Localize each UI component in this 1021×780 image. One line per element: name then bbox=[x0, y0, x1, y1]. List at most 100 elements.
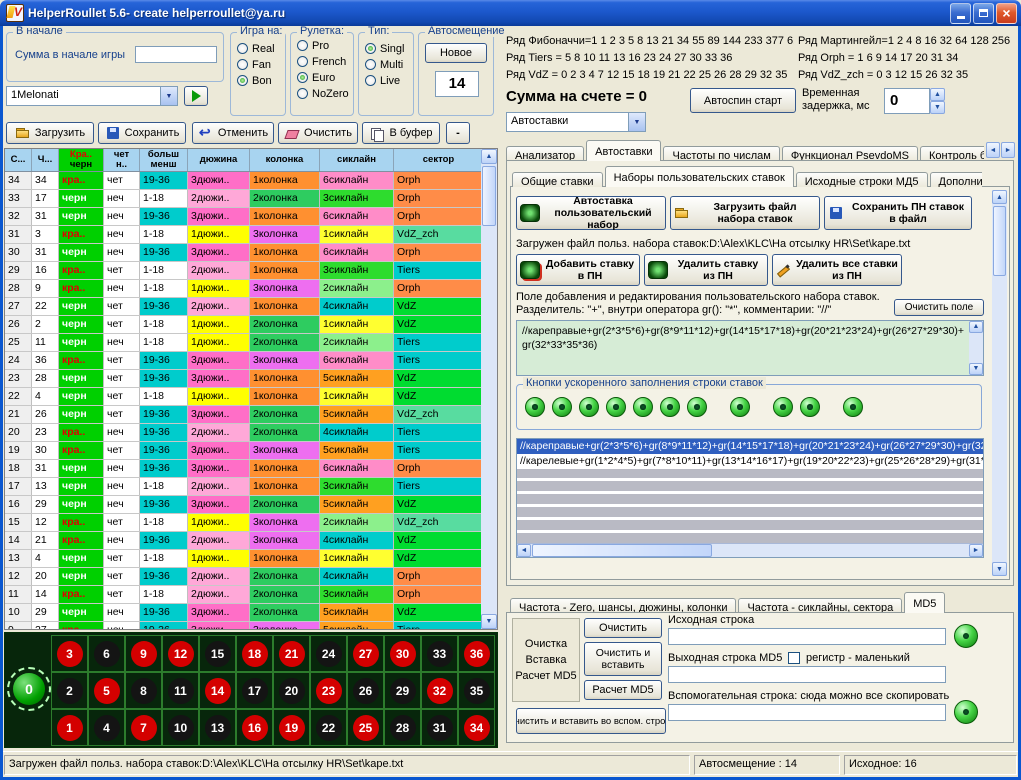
board-num-28[interactable]: 28 bbox=[390, 715, 416, 741]
md5-helper-input[interactable] bbox=[668, 704, 946, 721]
save-button[interactable]: Сохранить bbox=[98, 122, 186, 144]
history-row[interactable]: 134чернчет1-181дюжи..1колонка1сиклайнVdZ bbox=[5, 550, 483, 568]
quick-bet-button[interactable] bbox=[800, 397, 820, 417]
board-num-3[interactable]: 3 bbox=[57, 641, 83, 667]
history-row[interactable]: 1421кра..неч19-362дюжи..3колонка4сиклайн… bbox=[5, 532, 483, 550]
radio-fan[interactable]: Fan bbox=[237, 58, 285, 71]
board-num-20[interactable]: 20 bbox=[279, 678, 305, 704]
scroll-down-icon[interactable]: ▼ bbox=[969, 363, 983, 375]
radio-live[interactable]: Live bbox=[365, 74, 413, 87]
md5-source-input[interactable] bbox=[668, 628, 946, 645]
board-num-16[interactable]: 16 bbox=[242, 715, 268, 741]
scroll-up-icon[interactable]: ▲ bbox=[992, 190, 1007, 204]
tab-main-3[interactable]: Функционал PsevdoMS bbox=[782, 146, 918, 161]
history-row[interactable]: 3031черннеч19-363дюжи..1колонка6сиклайнO… bbox=[5, 244, 483, 262]
bet-set-item[interactable]: //карелевые+gr(1*2*4*5)+gr(7*8*10*11)+gr… bbox=[517, 454, 983, 469]
clear-button[interactable]: Очистить bbox=[278, 122, 358, 144]
tab-sub-3[interactable]: Дополнитель bbox=[930, 172, 983, 187]
clear-field-button[interactable]: Очистить поле bbox=[894, 299, 984, 316]
quick-bet-button[interactable] bbox=[525, 397, 545, 417]
col-header-spin[interactable]: С... bbox=[5, 149, 32, 171]
board-num-26[interactable]: 26 bbox=[353, 678, 379, 704]
board-num-34[interactable]: 34 bbox=[464, 715, 490, 741]
scroll-up-icon[interactable]: ▲ bbox=[481, 149, 497, 164]
delete-bet-button[interactable]: Удалить ставку из ПН bbox=[644, 254, 768, 286]
scroll-down-icon[interactable]: ▼ bbox=[992, 562, 1007, 576]
quick-bet-button[interactable] bbox=[633, 397, 653, 417]
content-scrollbar[interactable]: ▲ ▼ bbox=[992, 190, 1007, 576]
register-checkbox[interactable] bbox=[788, 652, 800, 664]
minimize-button[interactable] bbox=[950, 3, 971, 24]
start-sum-input[interactable] bbox=[135, 46, 217, 63]
board-num-36[interactable]: 36 bbox=[464, 641, 490, 667]
tab-scroll-left[interactable]: ◄ bbox=[986, 142, 1000, 158]
board-num-35[interactable]: 35 bbox=[464, 678, 490, 704]
title-bar[interactable]: HelperRoullet 5.6- create helperroullet@… bbox=[0, 0, 1021, 26]
load-button[interactable]: Загрузить bbox=[6, 122, 94, 144]
scroll-thumb[interactable] bbox=[532, 544, 712, 557]
edit-scrollbar[interactable]: ▲ ▼ bbox=[969, 321, 983, 375]
bet-edit-field[interactable]: //кареправые+gr(2*3*5*6)+gr(8*9*11*12)+g… bbox=[516, 320, 984, 376]
history-row[interactable]: 2436кра..чет19-363дюжи..3колонка6сиклайн… bbox=[5, 352, 483, 370]
clear-paste-helper-button[interactable]: Очистить и вставить во вспом. строку bbox=[516, 708, 666, 734]
history-row[interactable]: 1512кра..чет1-181дюжи..3колонка2сиклайнV… bbox=[5, 514, 483, 532]
col-header-sector[interactable]: сектор bbox=[394, 149, 483, 171]
bet-sets-list[interactable]: //кареправые+gr(2*3*5*6)+gr(8*9*11*12)+g… bbox=[516, 438, 984, 558]
history-row[interactable]: 289кра..неч1-181дюжи..3колонка2сиклайнOr… bbox=[5, 280, 483, 298]
quick-bet-button[interactable] bbox=[552, 397, 572, 417]
md5-helper-action-button[interactable] bbox=[954, 700, 978, 724]
md5-calc-button[interactable]: Расчет MD5 bbox=[584, 680, 662, 700]
md5-source-action-button[interactable] bbox=[954, 624, 978, 648]
board-num-12[interactable]: 12 bbox=[168, 641, 194, 667]
radio-pro[interactable]: Pro bbox=[297, 39, 353, 52]
chevron-down-icon[interactable]: ▼ bbox=[160, 87, 177, 105]
history-row[interactable]: 1220чернчет19-362дюжи..2колонка4сиклайнO… bbox=[5, 568, 483, 586]
autospin-start-button[interactable]: Автоспин старт bbox=[690, 88, 796, 113]
history-row[interactable]: 1930кра..чет19-363дюжи..3колонка5сиклайн… bbox=[5, 442, 483, 460]
board-num-31[interactable]: 31 bbox=[427, 715, 453, 741]
new-shift-button[interactable]: Новое bbox=[425, 43, 487, 63]
history-row[interactable]: 2126чернчет19-363дюжи..2колонка5сиклайнV… bbox=[5, 406, 483, 424]
board-num-2[interactable]: 2 bbox=[57, 678, 83, 704]
history-row[interactable]: 927кра..неч19-363дюжи..3колонка5сиклайнT… bbox=[5, 622, 483, 629]
board-num-21[interactable]: 21 bbox=[279, 641, 305, 667]
col-header-sixline[interactable]: сиклайн bbox=[320, 149, 394, 171]
history-row[interactable]: 224чернчет1-181дюжи..1колонка1сиклайнVdZ bbox=[5, 388, 483, 406]
add-bet-button[interactable]: Добавить ставку в ПН bbox=[516, 254, 640, 286]
tab-main-0[interactable]: Анализатор bbox=[506, 146, 584, 161]
col-header-color[interactable]: Кра..черн bbox=[59, 149, 104, 171]
collapse-button[interactable]: - bbox=[446, 122, 470, 144]
history-row[interactable]: 1114кра..чет1-182дюжи..2колонка3сиклайнO… bbox=[5, 586, 483, 604]
board-num-23[interactable]: 23 bbox=[316, 678, 342, 704]
board-num-10[interactable]: 10 bbox=[168, 715, 194, 741]
run-preset-button[interactable] bbox=[184, 86, 208, 106]
quick-bet-button[interactable] bbox=[773, 397, 793, 417]
board-num-22[interactable]: 22 bbox=[316, 715, 342, 741]
undo-button[interactable]: Отменить bbox=[192, 122, 274, 144]
scroll-right-icon[interactable]: ► bbox=[969, 544, 983, 557]
quick-bet-button[interactable] bbox=[843, 397, 863, 417]
tab-scroll-right[interactable]: ► bbox=[1001, 142, 1015, 158]
history-row[interactable]: 313кра..неч1-181дюжи..3колонка1сиклайнVd… bbox=[5, 226, 483, 244]
radio-french[interactable]: French bbox=[297, 55, 353, 68]
scroll-up-icon[interactable]: ▲ bbox=[969, 321, 983, 333]
tab-main-1[interactable]: Автоставки bbox=[586, 140, 661, 161]
history-row[interactable]: 1029черннеч19-363дюжи..2колонка5сиклайнV… bbox=[5, 604, 483, 622]
history-row[interactable]: 2916кра..чет1-182дюжи..1колонка3сиклайнT… bbox=[5, 262, 483, 280]
md5-output-input[interactable] bbox=[668, 666, 946, 683]
quick-bet-button[interactable] bbox=[730, 397, 750, 417]
autobets-combo[interactable]: Автоставки ▼ bbox=[506, 112, 646, 132]
scroll-left-icon[interactable]: ◄ bbox=[517, 544, 531, 557]
radio-bon[interactable]: Bon bbox=[237, 74, 285, 87]
load-set-file-button[interactable]: Загрузить файл набора ставок bbox=[670, 196, 820, 230]
autobet-custom-set-button[interactable]: Автоставка пользовательский набор bbox=[516, 196, 666, 230]
board-num-32[interactable]: 32 bbox=[427, 678, 453, 704]
scroll-down-icon[interactable]: ▼ bbox=[481, 614, 497, 629]
radio-euro[interactable]: Euro bbox=[297, 71, 353, 84]
tab-main-2[interactable]: Частоты по числам bbox=[663, 146, 779, 161]
md5-clear-button[interactable]: Очистить bbox=[584, 618, 662, 638]
radio-multi[interactable]: Multi bbox=[365, 58, 413, 71]
spin-up-icon[interactable]: ▲ bbox=[930, 88, 945, 101]
board-num-15[interactable]: 15 bbox=[205, 641, 231, 667]
history-row[interactable]: 2328чернчет19-363дюжи..1колонка5сиклайнV… bbox=[5, 370, 483, 388]
